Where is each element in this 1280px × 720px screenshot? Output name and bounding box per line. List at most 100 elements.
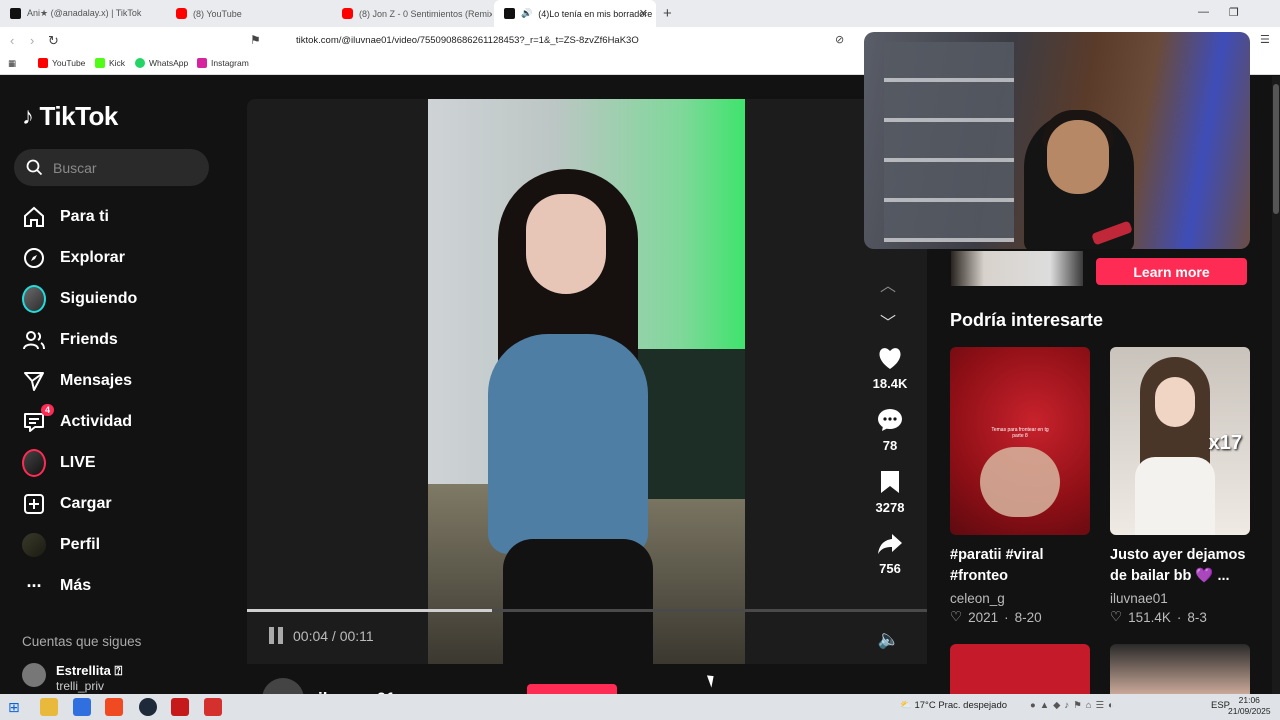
nav-siguiendo[interactable]: Siguiendo — [22, 284, 137, 314]
card-user: celeon_g — [950, 591, 1005, 606]
clock[interactable]: 21:06 21/09/2025 — [1228, 695, 1271, 717]
forward-icon[interactable]: › — [30, 33, 34, 48]
weather-widget[interactable]: ⛅ 17°C Prac. despejado — [900, 700, 1007, 711]
like-action[interactable]: 18.4K — [862, 346, 918, 391]
send-icon — [22, 369, 46, 393]
nav-label: Cargar — [60, 495, 112, 512]
bookmark-icon[interactable]: ⚑ — [250, 33, 261, 47]
weather-text: 17°C Prac. despejado — [914, 700, 1008, 711]
browser-tab-1[interactable]: Ani★ (@anadalay.x) | TikTok — [0, 0, 165, 27]
card-user: iluvnae01 — [1110, 591, 1168, 606]
app-icon[interactable] — [204, 698, 222, 716]
card-date: 8-20 — [1014, 609, 1042, 625]
kick-icon — [95, 58, 105, 68]
search-box[interactable] — [14, 149, 209, 186]
close-tab-icon[interactable]: ✕ — [639, 7, 648, 20]
upload-icon — [22, 492, 46, 516]
video-thumbnail[interactable]: Temas para frontear en tg parte 8 — [950, 347, 1090, 535]
youtube-icon — [38, 58, 48, 68]
bookmark-youtube[interactable]: YouTube — [38, 58, 85, 68]
heart-outline-icon: ♡ — [950, 609, 963, 624]
video-player[interactable]: 00:04 / 00:11 🔈 — [247, 99, 927, 664]
brave-browser-icon[interactable] — [105, 698, 123, 716]
card-likes: 2021 — [968, 609, 999, 625]
video-frame[interactable] — [428, 99, 745, 664]
bookmark-label: WhatsApp — [149, 58, 189, 68]
nav-friends[interactable]: Friends — [22, 325, 118, 355]
pause-icon[interactable] — [269, 627, 283, 644]
nav-label: Mensajes — [60, 372, 133, 389]
app-icon[interactable] — [73, 698, 91, 716]
nav-label: Perfil — [60, 536, 101, 553]
search-input[interactable] — [53, 159, 193, 176]
new-tab-button[interactable]: + — [663, 5, 672, 22]
thumbnail-text: Temas para frontear en tg parte 8 — [991, 427, 1049, 439]
bookmark-whatsapp[interactable]: WhatsApp — [135, 58, 188, 68]
back-icon[interactable]: ‹ — [10, 33, 14, 48]
tiktok-note-icon: ♪ — [22, 102, 34, 130]
recommended-video-card[interactable]: x17 Justo ayer dejamos de bailar bb 💜 ..… — [1110, 347, 1250, 625]
comment-action[interactable]: 78 — [862, 408, 918, 453]
nav-mas[interactable]: ··· Más — [22, 571, 92, 601]
bookmark-label: YouTube — [52, 58, 86, 68]
video-thumbnail[interactable]: x17 — [1110, 347, 1250, 535]
following-handle: trelli_priv — [56, 679, 105, 693]
ad-thumbnail[interactable] — [951, 251, 1083, 286]
notification-badge: 4 — [40, 404, 54, 416]
voicemod-icon[interactable] — [171, 698, 189, 716]
nav-live[interactable]: LIVE — [22, 448, 96, 478]
volume-icon[interactable]: 🔈 — [878, 629, 900, 650]
page-scrollbar[interactable] — [1272, 76, 1280, 694]
windows-start-icon[interactable]: ⊞ — [8, 698, 26, 716]
minimize-button[interactable]: — — [1198, 6, 1209, 18]
tiktok-logo[interactable]: ♪ TikTok — [22, 101, 118, 132]
friends-icon — [22, 328, 46, 352]
restore-button[interactable]: ❐ — [1229, 6, 1239, 19]
card-likes: 151.4K — [1128, 609, 1171, 625]
video-progress-bar[interactable] — [247, 609, 927, 612]
browser-tab-2[interactable]: (8) YouTube — [166, 0, 331, 27]
bookmark-instagram[interactable]: Instagram — [197, 58, 249, 68]
obs-icon[interactable] — [139, 698, 157, 716]
bookmark-label: Instagram — [211, 58, 249, 68]
video-thumbnail[interactable] — [950, 644, 1090, 694]
nav-label: Friends — [60, 331, 118, 348]
nav-mensajes[interactable]: Mensajes — [22, 366, 132, 396]
nav-perfil[interactable]: Perfil — [22, 530, 100, 560]
card-title: #paratii #viral #fronteo — [950, 547, 1044, 584]
extension-icon[interactable]: ⊘ — [835, 33, 844, 46]
reload-icon[interactable]: ↻ — [48, 33, 59, 49]
nav-cargar[interactable]: Cargar — [22, 489, 112, 519]
bookmark-kick[interactable]: Kick — [95, 58, 125, 68]
heart-icon — [879, 348, 901, 369]
separator-dot: · — [1004, 609, 1009, 625]
following-header: Cuentas que sigues — [22, 634, 142, 649]
video-thumbnail[interactable] — [1110, 644, 1250, 694]
speaker-icon: 🔊 — [521, 8, 533, 18]
recommended-video-card[interactable]: Temas para frontear en tg parte 8 #parat… — [950, 347, 1090, 625]
card-date: 8-3 — [1187, 609, 1207, 625]
following-account[interactable]: Estrellita ⍰ trelli_priv — [22, 663, 122, 693]
nav-label: Siguiendo — [60, 290, 138, 307]
share-action[interactable]: 756 — [862, 533, 918, 576]
url-field[interactable]: tiktok.com/@iluvnae01/video/755090868626… — [272, 30, 852, 50]
weather-icon: ⛅ — [900, 700, 912, 711]
thumbnail-text: x17 — [1208, 432, 1242, 454]
browser-tab-active[interactable]: 🔊 (4)Lo tenía en mis borradore ✕ — [494, 0, 656, 27]
learn-more-button[interactable]: Learn more — [1096, 258, 1247, 285]
file-explorer-icon[interactable] — [40, 698, 58, 716]
system-tray-icons[interactable]: ●▲◆♪⚑⌂☰◐ — [1030, 700, 1118, 711]
nav-actividad[interactable]: 4 Actividad — [22, 404, 132, 437]
apps-icon[interactable]: ▦ — [8, 58, 16, 69]
browser-tab-3[interactable]: (8) Jon Z - 0 Sentimientos (Remix) ft. — [332, 0, 492, 27]
search-icon — [26, 159, 43, 176]
chevron-down-icon[interactable]: ﹀ — [880, 309, 896, 333]
youtube-icon — [176, 8, 187, 19]
nav-explorar[interactable]: Explorar — [22, 243, 125, 273]
nav-para-ti[interactable]: Para ti — [22, 202, 109, 232]
tiktok-icon — [10, 8, 21, 19]
menu-icon[interactable]: ☰ — [1260, 33, 1270, 46]
chevron-up-icon[interactable]: ︿ — [880, 272, 896, 296]
video-time: 00:04 / 00:11 — [293, 627, 374, 644]
save-action[interactable]: 3278 — [862, 470, 918, 515]
